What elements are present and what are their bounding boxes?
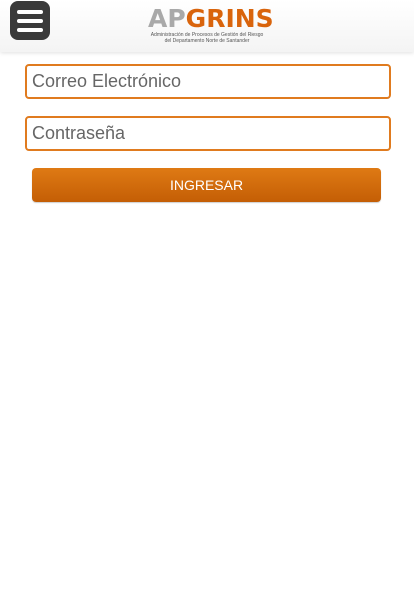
hamburger-menu-icon[interactable] (10, 1, 50, 40)
apgrins-logo: APGRINS Administración de Procesos de Ge… (148, 4, 274, 45)
logo-grins: GRINS (185, 4, 274, 33)
logo-ap: AP (148, 4, 186, 33)
top-bar: APGRINS Administración de Procesos de Ge… (0, 0, 414, 52)
logo-subtitle-line2: del Departamento Norte de Santander (164, 38, 250, 44)
password-field[interactable] (25, 116, 391, 151)
menu-bar-line (17, 18, 43, 23)
email-field[interactable] (25, 64, 391, 99)
menu-bar-line (17, 9, 43, 14)
login-screen: APGRINS Administración de Procesos de Ge… (0, 0, 414, 606)
menu-bar-line (17, 27, 43, 32)
logo-wordmark: APGRINS (148, 4, 274, 33)
login-button[interactable]: INGRESAR (32, 168, 381, 202)
